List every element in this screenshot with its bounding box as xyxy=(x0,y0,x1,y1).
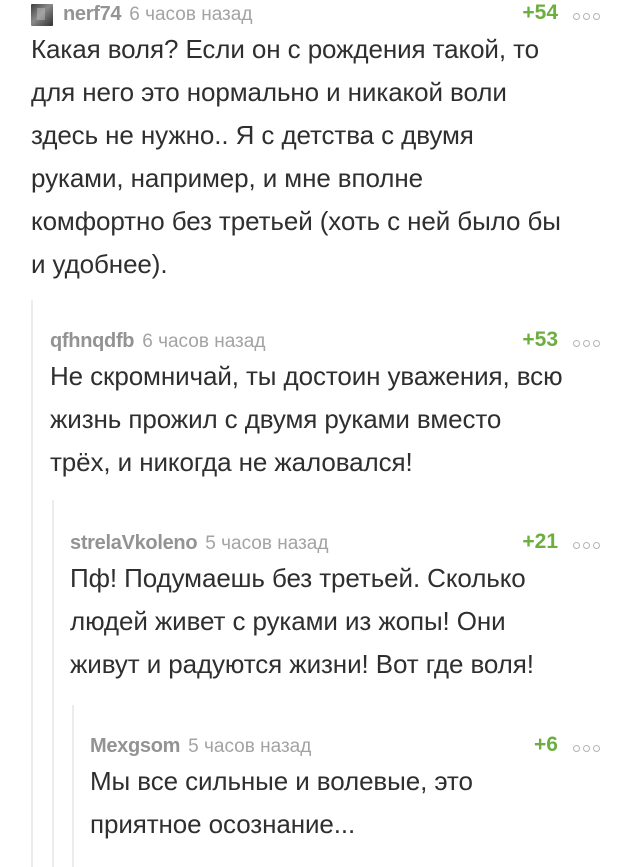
text-line: Мы все сильные и волевые, это xyxy=(90,766,473,796)
avatar[interactable] xyxy=(31,4,53,26)
text-line: и удобнее). xyxy=(31,249,168,279)
comment-nerf74: nerf74 6 часов назад +54 Какая воля? Есл… xyxy=(31,0,600,286)
text-line: Пф! Подумаешь без третьей. Сколько xyxy=(70,563,526,593)
thread-line-level-2 xyxy=(52,500,54,867)
comment-text: Пф! Подумаешь без третьей. Сколько людей… xyxy=(70,557,600,686)
username[interactable]: Mexgsom xyxy=(90,735,180,758)
text-line: людей живет с руками из жопы! Они xyxy=(70,606,506,636)
comment-qfhnqdfb: qfhnqdfb 6 часов назад +53 Не скромничай… xyxy=(50,323,600,484)
more-options-icon[interactable] xyxy=(573,542,600,549)
rating: +6 xyxy=(534,733,558,756)
more-options-icon[interactable] xyxy=(573,745,600,752)
text-line: трёх, и никогда не жаловался! xyxy=(50,447,413,477)
comment-header: qfhnqdfb 6 часов назад +53 xyxy=(50,323,600,353)
rating: +54 xyxy=(522,1,558,24)
comment-header: nerf74 6 часов назад +54 xyxy=(31,0,600,26)
text-line: Не скромничай, ты достоин уважения, всю xyxy=(50,361,563,391)
timestamp[interactable]: 5 часов назад xyxy=(205,533,328,555)
more-options-icon[interactable] xyxy=(573,13,600,20)
timestamp[interactable]: 5 часов назад xyxy=(188,736,311,758)
text-line: руками, например, и мне вполне xyxy=(31,163,423,193)
username[interactable]: nerf74 xyxy=(63,3,122,26)
text-line: Какая воля? Если он с рождения такой, то xyxy=(31,34,539,64)
text-line: приятное осознание... xyxy=(90,809,356,839)
timestamp[interactable]: 6 часов назад xyxy=(142,331,265,353)
rating: +53 xyxy=(522,328,558,351)
text-line: жизнь прожил с двумя руками вместо xyxy=(50,404,502,434)
text-line: для него это нормально и никакой воли xyxy=(31,77,507,107)
text-line: здесь не нужно.. Я с детства с двумя xyxy=(31,120,474,150)
comment-header: strelaVkoleno 5 часов назад +21 xyxy=(70,525,600,555)
username[interactable]: qfhnqdfb xyxy=(50,330,135,353)
comment-text: Мы все сильные и волевые, это приятное о… xyxy=(90,760,600,846)
comment-mexgsom: Mexgsom 5 часов назад +6 Мы все сильные … xyxy=(90,728,600,846)
text-line: комфортно без третьей (хоть с ней было б… xyxy=(31,206,561,236)
text-line: живут и радуются жизни! Вот где воля! xyxy=(70,649,534,679)
rating: +21 xyxy=(522,530,558,553)
comment-header: Mexgsom 5 часов назад +6 xyxy=(90,728,600,758)
comment-text: Не скромничай, ты достоин уважения, всю … xyxy=(50,355,600,484)
thread-line-level-3 xyxy=(72,705,74,867)
thread-line-level-1 xyxy=(31,300,33,867)
comment-text: Какая воля? Если он с рождения такой, то… xyxy=(31,28,600,286)
username[interactable]: strelaVkoleno xyxy=(70,532,198,555)
timestamp[interactable]: 6 часов назад xyxy=(129,4,252,26)
comment-strelavkoleno: strelaVkoleno 5 часов назад +21 Пф! Поду… xyxy=(70,525,600,686)
more-options-icon[interactable] xyxy=(573,340,600,347)
